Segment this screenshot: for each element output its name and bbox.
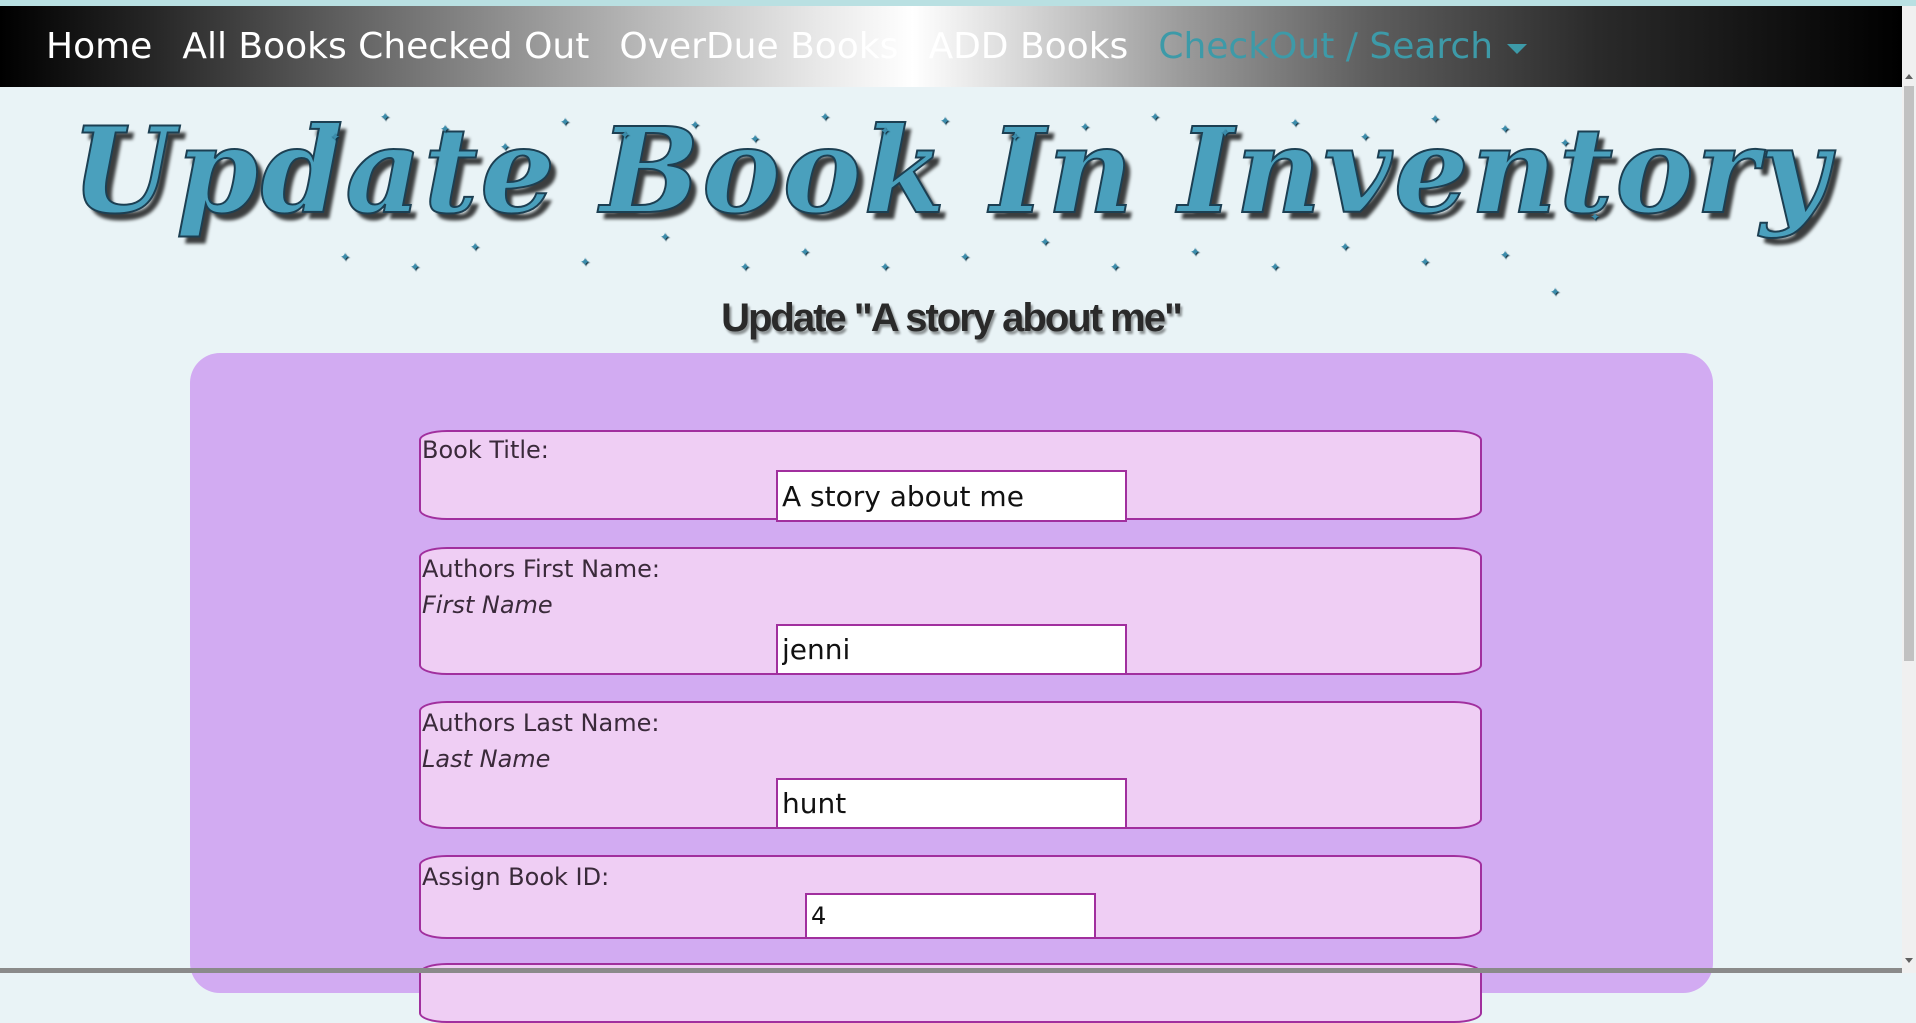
sparkle-star-icon: ✦ (470, 240, 481, 254)
sparkle-star-icon: ✦ (740, 260, 751, 274)
scroll-up-arrow-icon[interactable] (1905, 74, 1913, 79)
author-first-name-label: Authors First Name: (422, 555, 660, 583)
nav-all-books-checked-out-link[interactable]: All Books Checked Out (182, 26, 589, 67)
sparkle-star-icon: ✦ (1420, 255, 1431, 269)
sparkle-star-icon: ✦ (410, 260, 421, 274)
scroll-down-arrow-icon[interactable] (1905, 958, 1913, 963)
author-last-name-hint: Last Name (422, 745, 551, 773)
sparkle-star-icon: ✦ (1190, 245, 1201, 259)
sparkle-star-icon: ✦ (1500, 248, 1511, 262)
author-last-name-field-group: Authors Last Name: Last Name (419, 701, 1482, 829)
book-title-field-group: Book Title: (419, 430, 1482, 522)
author-last-name-label: Authors Last Name: (422, 709, 660, 737)
book-id-label: Assign Book ID: (422, 863, 610, 891)
sparkle-star-icon: ✦ (880, 260, 891, 274)
page-subtitle: Update "A story about me" (721, 296, 1183, 340)
top-navbar: Home All Books Checked Out OverDue Books… (0, 6, 1902, 87)
scrollbar-thumb[interactable] (1904, 86, 1914, 661)
sparkle-star-icon: ✦ (800, 245, 811, 259)
nav-checkout-search-dropdown[interactable]: CheckOut / Search (1158, 26, 1528, 67)
update-form-card: Book Title: Authors First Name: First Na… (190, 353, 1713, 1023)
nav-add-books-link[interactable]: ADD Books (928, 26, 1128, 67)
caret-down-icon (1507, 43, 1528, 54)
page-title: Update Book In Inventory (70, 100, 1831, 241)
book-id-input[interactable] (805, 893, 1096, 939)
nav-home-link[interactable]: Home (46, 26, 152, 67)
book-id-field-group: Assign Book ID: (419, 855, 1482, 939)
sparkle-star-icon: ✦ (1270, 260, 1281, 274)
window-bottom-edge (0, 968, 1902, 973)
sparkle-star-icon: ✦ (1340, 240, 1351, 254)
author-first-name-input[interactable] (776, 624, 1127, 675)
author-first-name-hint: First Name (422, 591, 553, 619)
sparkle-star-icon: ✦ (340, 250, 351, 264)
nav-overdue-books-link[interactable]: OverDue Books (619, 26, 898, 67)
checkout-search-label: CheckOut / Search (1158, 26, 1494, 67)
author-first-name-field-group: Authors First Name: First Name (419, 547, 1482, 675)
book-title-label: Book Title: (422, 436, 549, 464)
sparkle-star-icon: ✦ (580, 255, 591, 269)
book-title-input[interactable] (776, 470, 1127, 522)
sparkle-star-icon: ✦ (1110, 260, 1121, 274)
author-last-name-input[interactable] (776, 778, 1127, 829)
sparkle-star-icon: ✦ (960, 250, 971, 264)
